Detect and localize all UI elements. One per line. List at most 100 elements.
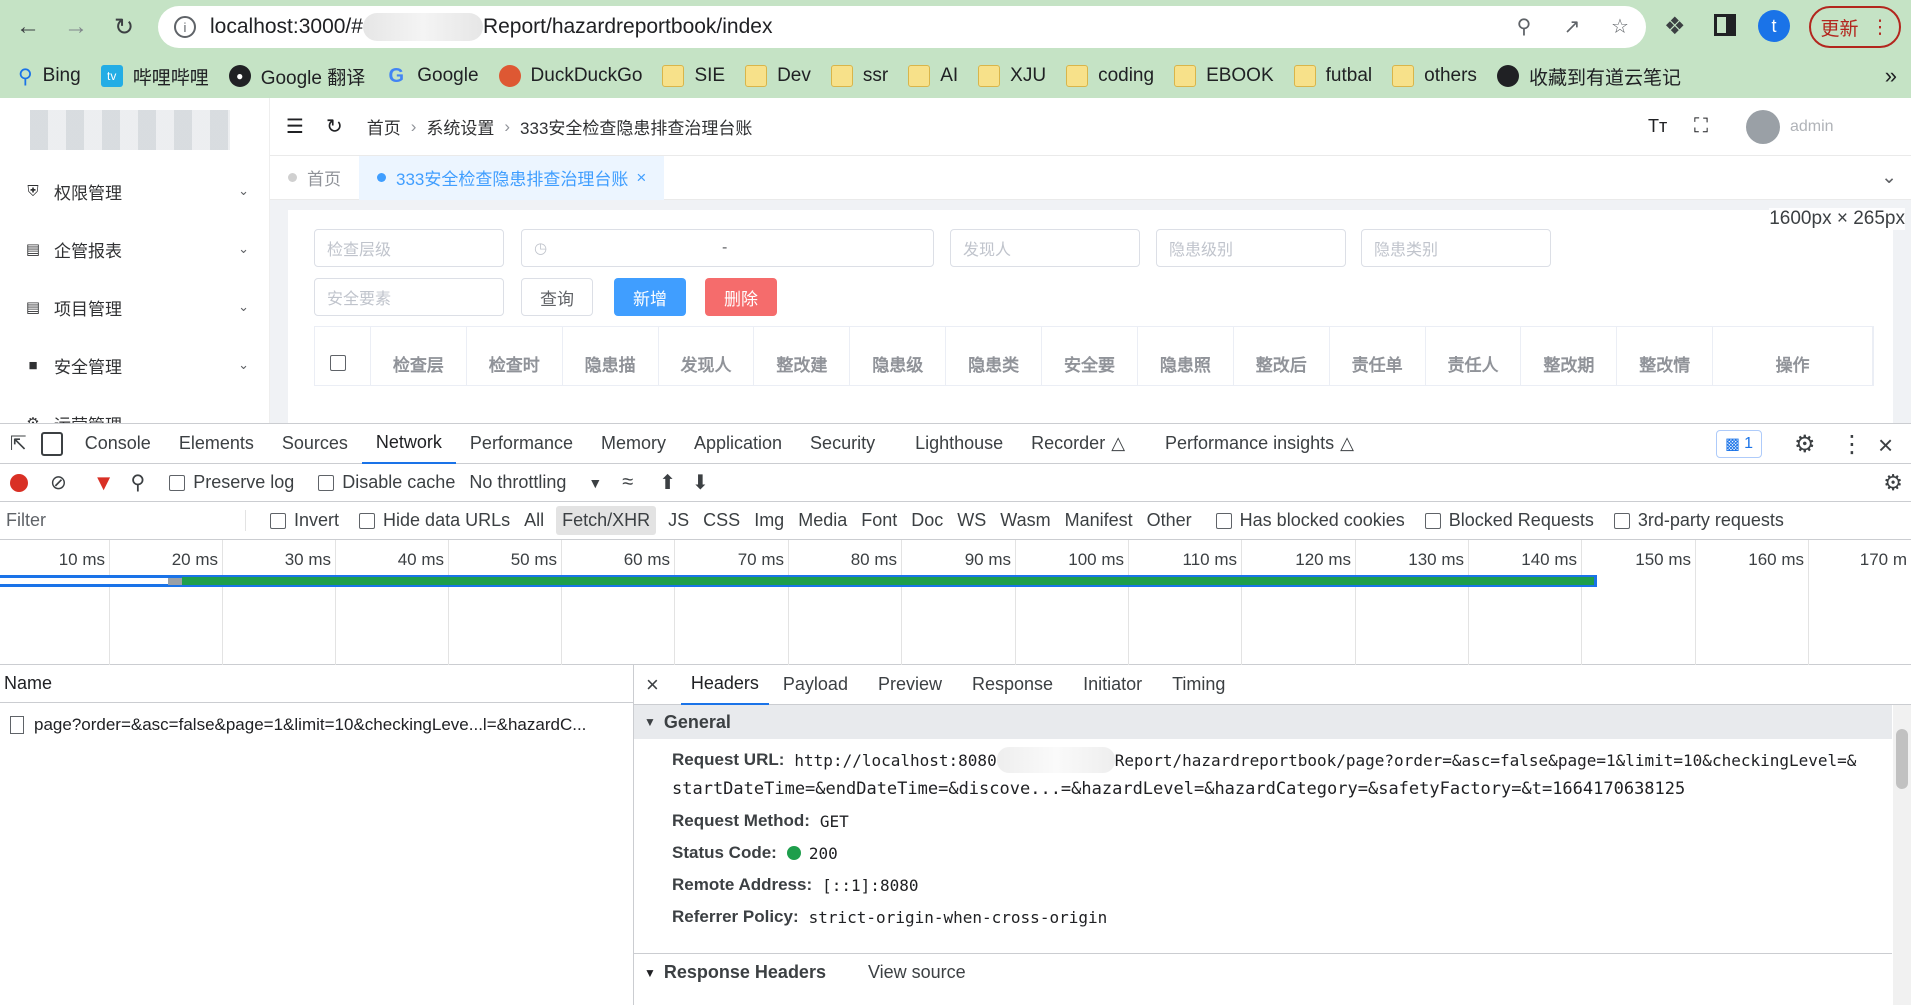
filter-input[interactable]: Filter (6, 510, 246, 531)
delete-button[interactable]: 删除 (705, 278, 777, 316)
gear-icon[interactable]: ⚙ (1794, 430, 1816, 459)
tab-sources[interactable]: Sources (268, 424, 362, 464)
preserve-log-checkbox[interactable]: Preserve log (169, 472, 294, 493)
name-column-header[interactable]: Name (0, 665, 633, 703)
gear-icon[interactable]: ⚙ (1883, 470, 1903, 496)
hide-data-urls-checkbox[interactable]: Hide data URLs (359, 510, 510, 531)
filter-icon[interactable]: ▼ (93, 470, 115, 496)
close-icon[interactable]: × (636, 168, 646, 188)
type-filter-font[interactable]: Font (861, 510, 897, 531)
breadcrumb-settings[interactable]: 系统设置 (426, 114, 494, 139)
tab-response[interactable]: Response (972, 674, 1053, 695)
tab-security[interactable]: Security (796, 424, 889, 464)
forward-arrow-icon[interactable]: → (56, 7, 96, 47)
extensions-puzzle-icon[interactable]: ❖ (1664, 12, 1686, 41)
tab-initiator[interactable]: Initiator (1083, 674, 1142, 695)
type-filter-fetch-xhr[interactable]: Fetch/XHR (556, 506, 657, 535)
sidebar-item-projects[interactable]: ▤ 项目管理 ⌄ (24, 292, 249, 322)
clear-icon[interactable]: ⊘ (50, 470, 67, 495)
share-icon[interactable]: ↗ (1554, 8, 1590, 44)
bookmark-star-icon[interactable]: ☆ (1602, 8, 1638, 44)
tab-lighthouse[interactable]: Lighthouse (901, 424, 1017, 464)
tab-preview[interactable]: Preview (878, 674, 942, 695)
request-row[interactable]: page?order=&asc=false&page=1&limit=10&ch… (0, 703, 633, 741)
site-info-icon[interactable]: i (174, 16, 196, 38)
bookmark-google[interactable]: G Google (385, 65, 478, 87)
breadcrumb-home[interactable]: 首页 (367, 114, 401, 139)
export-har-icon[interactable]: ⬇ (692, 470, 709, 495)
reload-icon[interactable]: ↻ (104, 7, 144, 47)
update-button[interactable]: 更新 ⋮ (1809, 6, 1901, 48)
add-button[interactable]: 新增 (614, 278, 686, 316)
type-filter-ws[interactable]: WS (957, 510, 986, 531)
type-filter-doc[interactable]: Doc (911, 510, 943, 531)
bookmark-folder-futbal[interactable]: futbal (1293, 65, 1372, 87)
bookmark-youdao[interactable]: 收藏到有道云笔记 (1496, 63, 1681, 90)
close-icon[interactable]: × (1878, 430, 1893, 461)
type-filter-all[interactable]: All (524, 510, 544, 531)
date-range-picker[interactable]: ◷ - (521, 229, 934, 267)
disable-cache-checkbox[interactable]: Disable cache (318, 472, 455, 493)
issues-badge[interactable]: ▩ 1 (1716, 430, 1762, 458)
network-conditions-icon[interactable]: ≈ (622, 471, 633, 494)
menu-fold-icon[interactable]: ☰ (286, 114, 304, 139)
tab-memory[interactable]: Memory (587, 424, 680, 464)
third-party-checkbox[interactable]: 3rd-party requests (1613, 510, 1784, 531)
fullscreen-icon[interactable]: ⛶ (1694, 115, 1708, 138)
refresh-icon[interactable]: ↻ (326, 114, 343, 139)
address-bar[interactable]: i localhost:3000/# Report/hazardreportbo… (158, 6, 1646, 48)
type-filter-wasm[interactable]: Wasm (1000, 510, 1050, 531)
view-source-link[interactable]: View source (868, 962, 966, 983)
type-filter-media[interactable]: Media (798, 510, 847, 531)
tab-timing[interactable]: Timing (1172, 674, 1225, 695)
general-section-header[interactable]: ▼ General (634, 705, 1892, 739)
type-filter-img[interactable]: Img (754, 510, 784, 531)
font-size-icon[interactable]: Tт (1648, 116, 1667, 137)
tab-home[interactable]: 首页 (270, 156, 359, 200)
network-timeline[interactable]: 10 ms 20 ms 30 ms 40 ms 50 ms 60 ms 70 m… (0, 540, 1911, 665)
type-filter-css[interactable]: CSS (703, 510, 740, 531)
invert-checkbox[interactable]: Invert (270, 510, 339, 531)
more-vert-icon[interactable]: ⋮ (1840, 430, 1864, 459)
search-icon[interactable]: ⚲ (131, 470, 146, 495)
bookmark-folder-ebook[interactable]: EBOOK (1174, 65, 1274, 87)
side-panel-icon[interactable] (1714, 14, 1736, 36)
bookmark-google-translate[interactable]: ● Google 翻译 (228, 63, 365, 90)
scrollbar-thumb[interactable] (1896, 729, 1908, 789)
tab-hazard-ledger[interactable]: 333安全检查隐患排查治理台账 × (359, 155, 665, 200)
check-level-input[interactable]: 检查层级 (314, 229, 504, 267)
select-all-checkbox[interactable] (315, 327, 371, 385)
inspect-element-icon[interactable]: ⇱ (10, 431, 27, 456)
tab-headers[interactable]: Headers (680, 665, 769, 705)
bookmark-folder-ssr[interactable]: ssr (830, 65, 888, 87)
bookmark-folder-others[interactable]: others (1392, 65, 1477, 87)
hazard-category-select[interactable]: 隐患类别 (1361, 229, 1551, 267)
bookmark-folder-ai[interactable]: AI (908, 65, 958, 87)
sidebar-item-operations[interactable]: ⚙运营管理⌄ (24, 408, 249, 423)
type-filter-manifest[interactable]: Manifest (1065, 510, 1133, 531)
details-scrollbar[interactable] (1893, 705, 1911, 1005)
user-name[interactable]: admin (1790, 118, 1834, 136)
has-blocked-cookies-checkbox[interactable]: Has blocked cookies (1215, 510, 1405, 531)
bookmark-bing[interactable]: ⚲ Bing (18, 64, 81, 89)
tab-recorder[interactable]: Recorder △ (1017, 424, 1139, 464)
bookmarks-overflow-icon[interactable]: » (1885, 63, 1897, 89)
tab-network[interactable]: Network (361, 424, 456, 464)
sidebar-item-safety[interactable]: ■ 安全管理 ⌄ (24, 350, 249, 380)
response-headers-section-header[interactable]: ▼ Response Headers View source (634, 953, 1892, 991)
zoom-icon[interactable]: ⚲ (1506, 8, 1542, 44)
tab-console[interactable]: Console (71, 424, 165, 464)
sidebar-item-permissions[interactable]: ⛨ 权限管理 ⌄ (24, 176, 249, 206)
hazard-level-select[interactable]: 隐患级别 (1156, 229, 1346, 267)
bookmark-bilibili[interactable]: tv 哔哩哔哩 (100, 63, 209, 90)
tab-performance[interactable]: Performance (456, 424, 587, 464)
sidebar-item-reports[interactable]: ▤ 企管报表 ⌄ (24, 234, 249, 264)
bookmark-folder-sie[interactable]: SIE (662, 65, 725, 87)
type-filter-other[interactable]: Other (1147, 510, 1192, 531)
bookmark-folder-xju[interactable]: XJU (978, 65, 1046, 87)
query-button[interactable]: 查询 (521, 278, 593, 316)
finder-input[interactable]: 发现人 (950, 229, 1140, 267)
device-toolbar-icon[interactable] (40, 431, 63, 456)
import-har-icon[interactable]: ⬆ (659, 470, 676, 495)
user-avatar[interactable] (1746, 109, 1780, 144)
